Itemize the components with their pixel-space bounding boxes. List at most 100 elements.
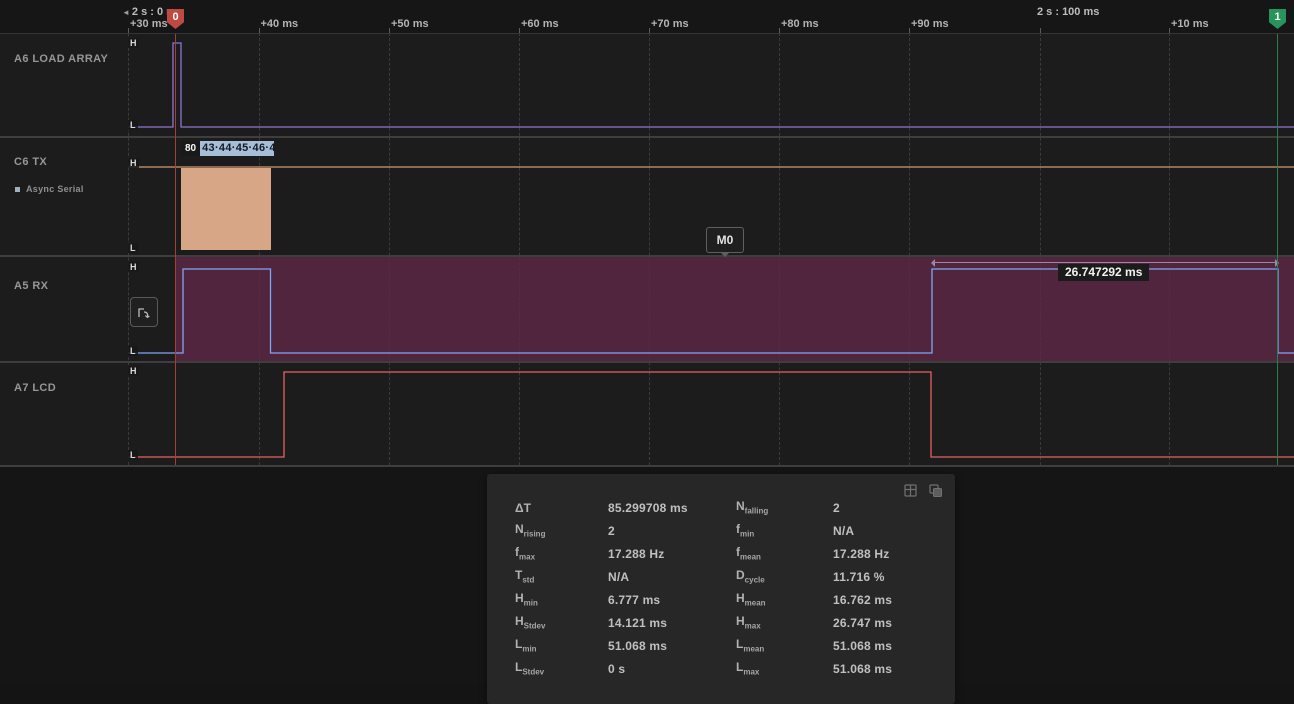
measurement-row: TstdN/ADcycle11.716 % bbox=[487, 565, 955, 588]
measurements-panel: ΔT85.299708 msNfalling2Nrising2fminN/Afm… bbox=[487, 474, 955, 704]
measurement-stat-value: 51.068 ms bbox=[833, 662, 955, 676]
timeline-tick-label: +30 ms bbox=[130, 18, 168, 30]
low-level-label: L bbox=[128, 450, 138, 460]
measurement-stat-label: Hmax bbox=[736, 614, 833, 630]
measurement-stat-label: Hmin bbox=[515, 591, 608, 607]
measurement-row: HStdev14.121 msHmax26.747 ms bbox=[487, 611, 955, 634]
timeline-tick-mark bbox=[259, 28, 260, 33]
serial-frame-flag-byte: 80 bbox=[181, 141, 200, 156]
measurement-row: LStdev0 sLmax51.068 ms bbox=[487, 657, 955, 680]
channel-label-a5-rx[interactable]: A5 RX bbox=[14, 280, 48, 292]
measurement-m0-badge[interactable]: M0 bbox=[706, 227, 744, 253]
measurement-stat-value: N/A bbox=[833, 524, 955, 538]
measurement-stat-value: 26.747 ms bbox=[833, 616, 955, 630]
timeline-tick-label: +10 ms bbox=[1171, 18, 1209, 30]
timeline-tick-mark bbox=[1169, 28, 1170, 33]
measurement-stat-value: 14.121 ms bbox=[608, 616, 736, 630]
measurement-value-label[interactable]: 26.747292 ms bbox=[1058, 264, 1149, 281]
measurement-row: fmax17.288 Hzfmean17.288 Hz bbox=[487, 542, 955, 565]
measurement-stat-value: N/A bbox=[608, 570, 736, 584]
timing-marker-0-line bbox=[175, 29, 176, 465]
timeline-tick-label: +80 ms bbox=[781, 18, 819, 30]
measurement-stat-label: fmax bbox=[515, 545, 608, 561]
measurement-stat-value: 17.288 Hz bbox=[608, 547, 736, 561]
timeline-tick-label: +60 ms bbox=[521, 18, 559, 30]
low-level-label: L bbox=[128, 120, 138, 130]
collapse-arrow-icon: ◄ bbox=[122, 8, 130, 17]
channel-divider bbox=[0, 361, 1294, 363]
channel-divider bbox=[0, 255, 1294, 257]
measurement-stat-label: LStdev bbox=[515, 660, 608, 676]
gridline bbox=[389, 33, 390, 465]
timing-marker-1-line bbox=[1277, 29, 1278, 465]
add-to-table-icon[interactable] bbox=[903, 483, 918, 498]
channel-divider bbox=[0, 136, 1294, 138]
high-level-label: H bbox=[128, 262, 139, 272]
serial-frame-bytes: 43·44·45·46·4 bbox=[200, 141, 274, 156]
measurement-stats-list: ΔT85.299708 msNfalling2Nrising2fminN/Afm… bbox=[487, 474, 955, 680]
measurement-stat-value: 11.716 % bbox=[833, 570, 955, 584]
measurement-stat-value: 17.288 Hz bbox=[833, 547, 955, 561]
timeline-tick-mark bbox=[909, 28, 910, 33]
analyzer-label: Async Serial bbox=[26, 184, 84, 194]
analyzer-item-async-serial[interactable]: Async Serial bbox=[15, 184, 84, 194]
high-level-label: H bbox=[128, 158, 139, 168]
copy-icon[interactable] bbox=[928, 483, 943, 498]
timeline-tick-mark bbox=[128, 28, 129, 33]
measurement-row: Nrising2fminN/A bbox=[487, 519, 955, 542]
analyzer-bullet-icon bbox=[15, 187, 20, 192]
timeline-tick-label: +70 ms bbox=[651, 18, 689, 30]
channel-row-a7-lcd[interactable] bbox=[125, 363, 1294, 464]
measurement-stat-label: Hmean bbox=[736, 591, 833, 607]
timeline-tick-mark bbox=[1040, 28, 1041, 33]
measurement-stat-value: 2 bbox=[833, 501, 955, 515]
timeline-tick-mark bbox=[389, 28, 390, 33]
timeline-tick-label: +90 ms bbox=[911, 18, 949, 30]
low-level-label: L bbox=[128, 346, 138, 356]
timeline-tick-mark bbox=[779, 28, 780, 33]
timeline-tick-mark bbox=[519, 28, 520, 33]
measurement-stat-label: fmean bbox=[736, 545, 833, 561]
measurement-stat-label: ΔT bbox=[515, 501, 608, 515]
measurement-stat-label: Nrising bbox=[515, 522, 608, 538]
channel-divider bbox=[0, 465, 1294, 467]
measurement-row: ΔT85.299708 msNfalling2 bbox=[487, 496, 955, 519]
high-level-label: H bbox=[128, 38, 139, 48]
measurement-stat-label: Lmin bbox=[515, 637, 608, 653]
measurement-arrow bbox=[932, 262, 1278, 263]
high-level-label: H bbox=[128, 366, 139, 376]
timeline-major-label: 2 s : 100 ms bbox=[1037, 6, 1099, 18]
measurement-stat-label: Nfalling bbox=[736, 499, 833, 515]
measurement-row: Hmin6.777 msHmean16.762 ms bbox=[487, 588, 955, 611]
jump-to-edge-button[interactable] bbox=[130, 297, 158, 327]
timeline-tick-label: +40 ms bbox=[261, 18, 299, 30]
measurement-stat-value: 0 s bbox=[608, 662, 736, 676]
measurement-stat-value: 51.068 ms bbox=[833, 639, 955, 653]
gridline bbox=[519, 33, 520, 465]
measurement-stat-label: Lmean bbox=[736, 637, 833, 653]
channel-label-a7-lcd[interactable]: A7 LCD bbox=[14, 382, 56, 394]
panel-toolbar bbox=[903, 483, 943, 498]
gridline bbox=[909, 33, 910, 465]
measurement-stat-label: fmin bbox=[736, 522, 833, 538]
measurement-stat-value: 2 bbox=[608, 524, 736, 538]
serial-frame-annotation[interactable]: 80 43·44·45·46·4 bbox=[181, 141, 274, 156]
gridline bbox=[1040, 33, 1041, 465]
measurement-stat-value: 6.777 ms bbox=[608, 593, 736, 607]
gridline bbox=[649, 33, 650, 465]
timeline-tick-mark bbox=[649, 28, 650, 33]
timeline-tick-label: +50 ms bbox=[391, 18, 429, 30]
channel-sidebar: A6 LOAD ARRAY C6 TX Async Serial A5 RX A… bbox=[0, 33, 125, 465]
gridline bbox=[779, 33, 780, 465]
logic-analyzer-app: { "header": { "major_labels": [ {"text":… bbox=[0, 0, 1294, 684]
gridline bbox=[1169, 33, 1170, 465]
channel-label-c6-tx[interactable]: C6 TX bbox=[14, 156, 47, 168]
channel-row-a6-load-array[interactable] bbox=[125, 34, 1294, 135]
edge-pulse-icon bbox=[136, 304, 152, 320]
channel-label-a6-load-array[interactable]: A6 LOAD ARRAY bbox=[14, 53, 108, 65]
measurement-row: Lmin51.068 msLmean51.068 ms bbox=[487, 634, 955, 657]
low-level-label: L bbox=[128, 243, 138, 253]
timeline-header[interactable]: ◄2 s : 0 ms 2 s : 100 ms +30 ms+40 ms+50… bbox=[0, 0, 1294, 34]
measurement-stat-label: Tstd bbox=[515, 568, 608, 584]
measurement-stat-label: Lmax bbox=[736, 660, 833, 676]
